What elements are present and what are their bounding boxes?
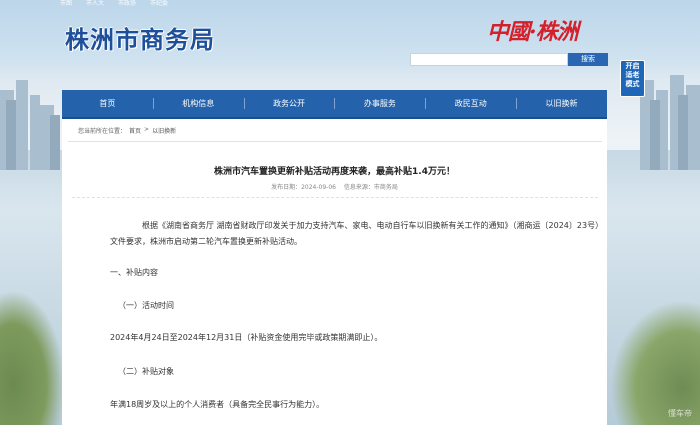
main-nav: 首页 机构信息 政务公开 办事服务 政民互动 以旧换新 bbox=[62, 90, 607, 119]
divider bbox=[68, 141, 602, 142]
subsection-heading: （二）补贴对象 bbox=[118, 367, 174, 376]
search-button[interactable]: 搜索 bbox=[568, 53, 608, 66]
info-source: 信息来源：市商务局 bbox=[343, 184, 398, 191]
article-intro: 根据《湖南省商务厅 湖南省财政厅印发关于加力支持汽车、家电、电动自行车以旧换新有… bbox=[110, 218, 600, 250]
watermark: 懂车帝 bbox=[668, 409, 692, 418]
activity-time-text: 2024年4月24日至2024年12月31日（补贴资金使用完毕或政策期满即止）。 bbox=[110, 333, 383, 342]
elder-mode-line: 开启 bbox=[625, 62, 640, 70]
site-title[interactable]: 株洲市商务局 bbox=[65, 20, 215, 55]
article-meta: 发布日期：2024-09-06 信息来源：市商务局 bbox=[62, 182, 607, 191]
breadcrumb-home[interactable]: 首页 bbox=[129, 126, 141, 135]
elder-mode-line: 模式 bbox=[625, 80, 640, 88]
nav-item-services[interactable]: 办事服务 bbox=[334, 89, 425, 118]
top-link[interactable]: 市纪委 bbox=[150, 0, 168, 8]
elder-mode-button[interactable]: 开启 适老 模式 bbox=[620, 60, 645, 97]
nav-item-organization[interactable]: 机构信息 bbox=[152, 89, 244, 118]
nav-item-gov-affairs[interactable]: 政务公开 bbox=[243, 89, 335, 118]
section-heading: 一、补贴内容 bbox=[110, 268, 158, 277]
nav-item-trade-in[interactable]: 以旧换新 bbox=[516, 89, 607, 118]
nav-item-home[interactable]: 首页 bbox=[62, 89, 153, 118]
elder-mode-line: 适老 bbox=[625, 71, 640, 79]
top-link[interactable]: 市人大 bbox=[86, 0, 104, 8]
divider bbox=[72, 197, 598, 198]
breadcrumb-current[interactable]: 以旧换新 bbox=[152, 126, 176, 135]
article-title: 株洲市汽车置换更新补贴活动再度来袭，最高补贴1.4万元！ bbox=[214, 167, 455, 177]
publish-date: 发布日期：2024-09-06 bbox=[271, 184, 336, 191]
trees-right bbox=[610, 300, 700, 425]
top-link[interactable]: 市政协 bbox=[118, 0, 136, 8]
top-link[interactable]: 市图 bbox=[60, 0, 72, 8]
intro-text: 根据《湖南省商务厅 湖南省财政厅印发关于加力支持汽车、家电、电动自行车以旧换新有… bbox=[110, 221, 600, 246]
top-links: 市图 市人大 市政协 市纪委 bbox=[60, 0, 168, 8]
subsidy-target-text: 年满18周岁及以上的个人消费者（具备完全民事行为能力）。 bbox=[110, 400, 325, 409]
nav-item-interaction[interactable]: 政民互动 bbox=[425, 89, 516, 118]
trees-left bbox=[0, 290, 65, 425]
breadcrumb: 您当前所在位置： 首页 > 以旧换新 bbox=[78, 126, 176, 135]
subsection-heading: （一）活动时间 bbox=[118, 301, 174, 310]
city-calligraphy-logo: 中國·株洲 bbox=[487, 19, 579, 45]
breadcrumb-prefix: 您当前所在位置： bbox=[78, 128, 127, 135]
breadcrumb-separator: > bbox=[144, 126, 150, 133]
search-input[interactable] bbox=[410, 53, 568, 66]
